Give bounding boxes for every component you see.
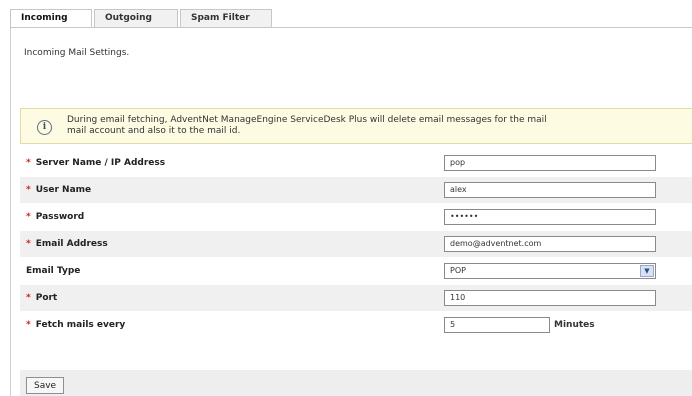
minutes-label: Minutes (554, 320, 595, 330)
tab-outgoing[interactable]: Outgoing (94, 9, 178, 27)
email-type-value: POP (450, 266, 466, 275)
password-row: * Password •••••• (20, 204, 692, 230)
required-marker: * (26, 320, 31, 330)
required-marker: * (26, 158, 31, 168)
tab-bar: Incoming Outgoing Spam Filter (0, 0, 692, 28)
info-icon: i (37, 120, 52, 135)
save-button[interactable]: Save (26, 377, 65, 394)
user-name-input[interactable]: alex (444, 182, 656, 198)
server-name-row: * Server Name / IP Address pop (20, 150, 692, 176)
user-name-row: * User Name alex (20, 177, 692, 203)
port-label: * Port (26, 293, 58, 303)
password-input[interactable]: •••••• (444, 209, 656, 225)
info-notice: i During email fetching, AdventNet Manag… (20, 108, 692, 144)
server-name-input[interactable]: pop (444, 155, 656, 171)
required-marker: * (26, 185, 31, 195)
footer-bar: Save (20, 370, 692, 396)
email-type-label: Email Type (26, 266, 81, 276)
chevron-down-icon[interactable]: ▼ (640, 265, 654, 277)
fetch-interval-input[interactable]: 5 (444, 317, 550, 333)
required-marker: * (26, 212, 31, 222)
notice-text: During email fetching, AdventNet ManageE… (67, 115, 547, 136)
page-heading: Incoming Mail Settings. (24, 48, 130, 58)
fetch-interval-label: * Fetch mails every (26, 320, 126, 330)
tab-incoming[interactable]: Incoming (10, 9, 92, 28)
tab-spam-filter[interactable]: Spam Filter (180, 9, 272, 27)
port-input[interactable]: 110 (444, 290, 656, 306)
fetch-interval-row: * Fetch mails every 5 Minutes (20, 312, 692, 338)
server-name-label: * Server Name / IP Address (26, 158, 166, 168)
email-address-input[interactable]: demo@adventnet.com (444, 236, 656, 252)
email-type-select[interactable]: POP ▼ (444, 263, 656, 279)
user-name-label: * User Name (26, 185, 92, 195)
port-row: * Port 110 (20, 285, 692, 311)
email-type-row: Email Type POP ▼ (20, 258, 692, 284)
required-marker: * (26, 239, 31, 249)
email-address-row: * Email Address demo@adventnet.com (20, 231, 692, 257)
password-label: * Password (26, 212, 85, 222)
required-marker: * (26, 293, 31, 303)
email-address-label: * Email Address (26, 239, 108, 249)
